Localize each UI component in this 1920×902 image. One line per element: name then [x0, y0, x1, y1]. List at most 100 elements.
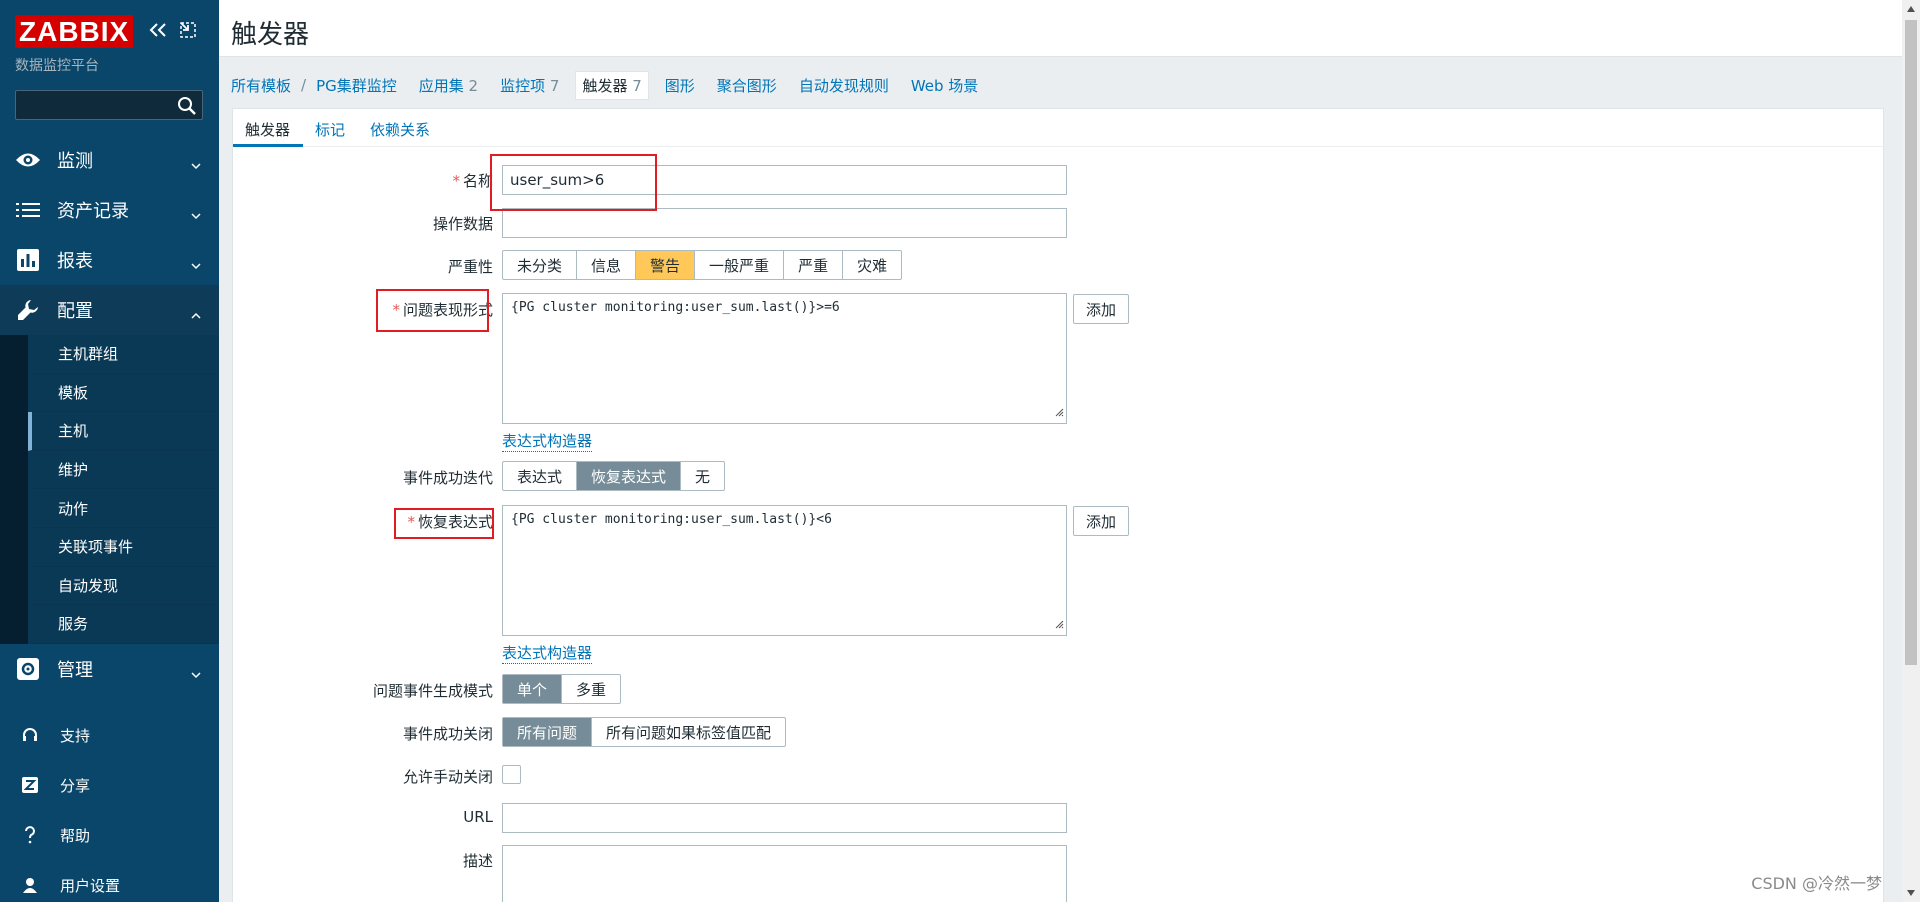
template-nav: 所有模板 / PG集群监控 应用集 2 监控项 7 触发器 7 图形 聚合图形 … — [231, 70, 1000, 100]
ok-event-expression[interactable]: 表达式 — [503, 462, 578, 490]
menu-monitoring-label: 监测 — [57, 151, 93, 172]
nav-triggers-count: 7 — [632, 76, 642, 95]
gear-icon — [15, 656, 41, 682]
severity-high[interactable]: 严重 — [784, 251, 844, 279]
sidebar-menu: 监测 资产记录 报表 配置 主机群组 模板 主机 维护 动作 关联项事件 自动发… — [0, 135, 219, 694]
sidebar-search-input[interactable] — [16, 91, 202, 119]
nav-all-templates[interactable]: 所有模板 — [231, 75, 291, 96]
menu-inventory-label: 资产记录 — [57, 201, 129, 222]
nav-template-name[interactable]: PG集群监控 — [316, 75, 397, 96]
help-icon — [20, 825, 40, 845]
manual-close-checkbox[interactable] — [502, 765, 521, 784]
ok-event-none[interactable]: 无 — [681, 462, 724, 490]
menu-help[interactable]: 帮助 — [0, 810, 219, 860]
expression-builder-link[interactable]: 表达式构造器 — [502, 430, 593, 452]
trigger-form: 触发器 标记 依赖关系 * 名称 user_sum>6 操作数据 严重性 未分类 … — [232, 108, 1884, 902]
name-label: * 名称 — [233, 170, 493, 191]
submenu-hosts[interactable]: 主机 — [28, 412, 219, 451]
share-icon — [20, 775, 40, 795]
hide-sidebar-icon[interactable] — [178, 18, 198, 42]
nav-applications[interactable]: 应用集 2 — [419, 75, 478, 96]
submenu-actions[interactable]: 动作 — [28, 489, 219, 528]
menu-user-settings-label: 用户设置 — [60, 876, 121, 895]
chevron-down-icon — [191, 663, 201, 684]
menu-reports[interactable]: 报表 — [0, 235, 219, 285]
tab-trigger[interactable]: 触发器 — [245, 119, 290, 140]
menu-inventory[interactable]: 资产记录 — [0, 185, 219, 235]
chevron-down-icon — [191, 254, 201, 275]
submenu-templates[interactable]: 模板 — [28, 373, 219, 413]
recovery-text: {PG cluster monitoring:user_sum.last()}<… — [511, 512, 832, 527]
configuration-submenu: 主机群组 模板 主机 维护 动作 关联项事件 自动发现 服务 — [0, 335, 219, 644]
expression-add-button[interactable]: 添加 — [1073, 294, 1130, 324]
nav-triggers[interactable]: 触发器 7 — [575, 70, 649, 100]
nav-graphs[interactable]: 图形 — [665, 75, 695, 96]
collapse-sidebar-icon[interactable] — [148, 18, 168, 42]
mode-label: 问题事件生成模式 — [372, 682, 493, 700]
ok-event-selector: 表达式 恢复表达式 无 — [502, 461, 726, 491]
close-selector: 所有问题 所有问题如果标签值匹配 — [502, 717, 787, 747]
main-content: 触发器 所有模板 / PG集群监控 应用集 2 监控项 7 触发器 7 图形 聚… — [219, 0, 1902, 902]
close-all-problems[interactable]: 所有问题 — [503, 718, 593, 746]
chevron-down-icon — [191, 154, 201, 175]
severity-warning[interactable]: 警告 — [636, 251, 696, 279]
menu-share-label: 分享 — [60, 776, 91, 795]
mode-multiple[interactable]: 多重 — [562, 675, 620, 703]
resize-handle-icon[interactable] — [1054, 406, 1064, 421]
submenu-event-correlation[interactable]: 关联项事件 — [28, 527, 219, 567]
severity-not-classified[interactable]: 未分类 — [503, 251, 578, 279]
nav-screens[interactable]: 聚合图形 — [717, 75, 777, 96]
submenu-discovery[interactable]: 自动发现 — [28, 566, 219, 606]
expression-textarea[interactable]: {PG cluster monitoring:user_sum.last()}>… — [502, 293, 1067, 424]
severity-disaster[interactable]: 灾难 — [843, 251, 901, 279]
tab-dependencies[interactable]: 依赖关系 — [370, 119, 430, 140]
nav-web-scenarios[interactable]: Web 场景 — [911, 75, 978, 96]
resize-handle-icon[interactable] — [1054, 618, 1064, 633]
close-if-tag-match[interactable]: 所有问题如果标签值匹配 — [592, 718, 785, 746]
logo-row: ZABBIX — [15, 14, 134, 48]
page-scrollbar[interactable] — [1902, 0, 1920, 902]
menu-administration[interactable]: 管理 — [0, 644, 219, 694]
ok-event-recovery-expression[interactable]: 恢复表达式 — [577, 462, 682, 490]
opdata-input[interactable] — [502, 208, 1067, 238]
severity-label: 严重性 — [447, 258, 493, 276]
bar-chart-icon — [15, 247, 41, 273]
url-input[interactable] — [502, 803, 1067, 833]
required-asterisk: * — [452, 172, 460, 190]
nav-discovery-rules[interactable]: 自动发现规则 — [799, 75, 889, 96]
recovery-add-button[interactable]: 添加 — [1073, 506, 1130, 536]
menu-share[interactable]: 分享 — [0, 760, 219, 810]
submenu-maintenance[interactable]: 维护 — [28, 450, 219, 490]
menu-support[interactable]: 支持 — [0, 710, 219, 760]
description-textarea[interactable] — [502, 845, 1067, 902]
scroll-thumb[interactable] — [1905, 20, 1917, 665]
scroll-down-icon[interactable] — [1907, 890, 1915, 896]
annotation-box-expression — [376, 289, 489, 332]
nav-triggers-label: 触发器 — [582, 76, 628, 95]
severity-information[interactable]: 信息 — [577, 251, 637, 279]
zabbix-logo[interactable]: ZABBIX — [15, 14, 134, 48]
nav-items[interactable]: 监控项 7 — [500, 75, 559, 96]
menu-configuration[interactable]: 配置 — [0, 285, 219, 335]
severity-selector: 未分类 信息 警告 一般严重 严重 灾难 — [502, 250, 903, 280]
mode-single[interactable]: 单个 — [503, 675, 563, 703]
nav-applications-count: 2 — [468, 76, 479, 95]
menu-monitoring[interactable]: 监测 — [0, 135, 219, 185]
scroll-up-icon[interactable] — [1907, 6, 1915, 12]
description-label: 描述 — [462, 852, 493, 870]
annotation-box-recovery — [394, 508, 494, 539]
sidebar-subtitle: 数据监控平台 — [15, 58, 99, 74]
name-label-text: 名称 — [462, 172, 493, 190]
severity-average[interactable]: 一般严重 — [695, 251, 785, 279]
submenu-host-groups[interactable]: 主机群组 — [28, 335, 219, 374]
url-label: URL — [463, 808, 493, 826]
recovery-builder-link[interactable]: 表达式构造器 — [502, 642, 593, 664]
submenu-services[interactable]: 服务 — [28, 605, 219, 644]
headset-icon — [20, 725, 40, 745]
recovery-textarea[interactable]: {PG cluster monitoring:user_sum.last()}<… — [502, 505, 1067, 636]
tab-tags[interactable]: 标记 — [315, 119, 345, 140]
menu-reports-label: 报表 — [57, 251, 93, 272]
close-label: 事件成功关闭 — [402, 725, 493, 743]
menu-user-settings[interactable]: 用户设置 — [0, 860, 219, 902]
search-icon[interactable] — [176, 95, 198, 117]
